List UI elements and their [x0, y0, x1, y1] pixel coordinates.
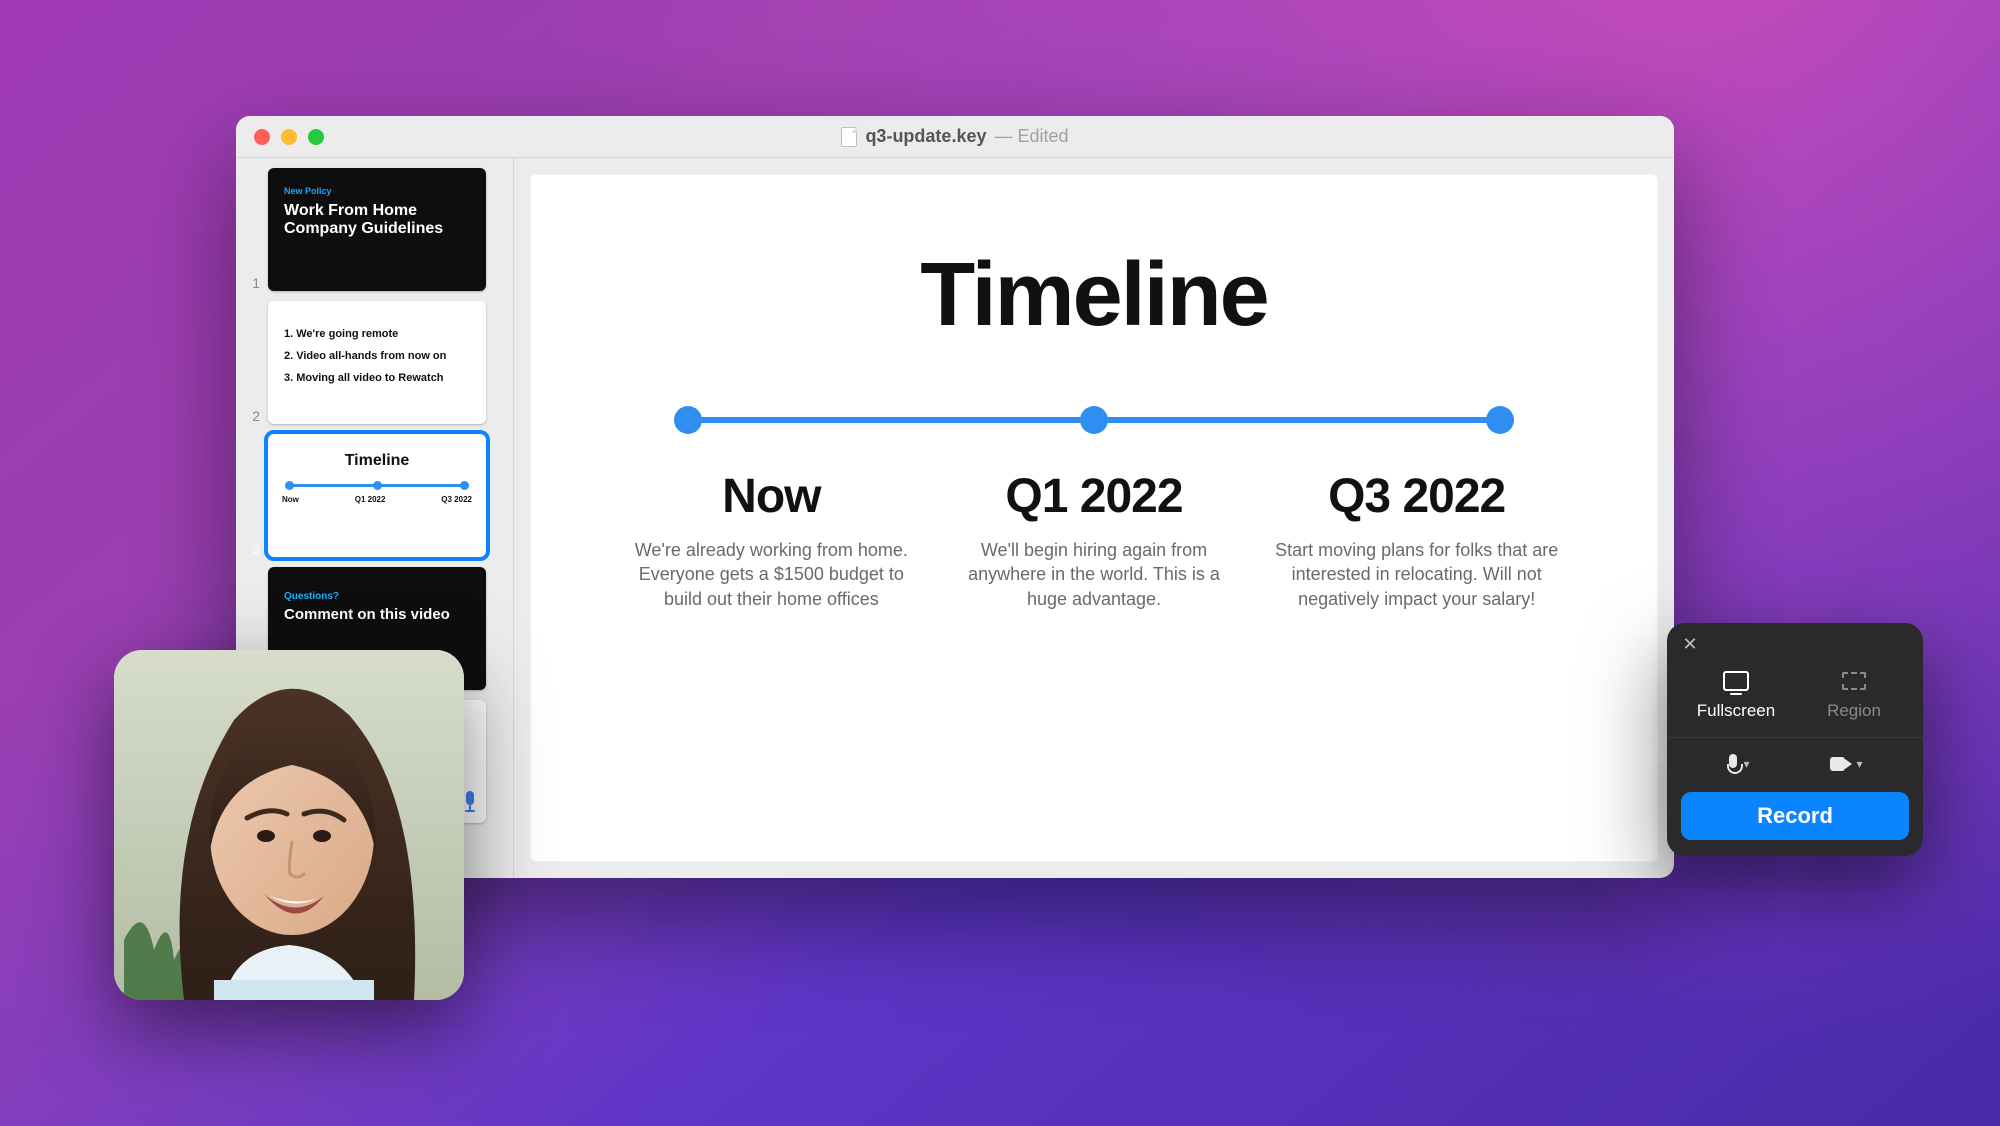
timeline-heading: Now: [626, 469, 917, 524]
mode-label: Fullscreen: [1681, 701, 1791, 721]
device-row: ▾ ▾: [1681, 752, 1909, 778]
camera-icon: [1830, 757, 1852, 771]
timeline-columns: Now We're already working from home. Eve…: [610, 469, 1578, 611]
divider: [1667, 737, 1923, 738]
slide-thumb-2[interactable]: 2 1. We're going remote 2. Video all-han…: [236, 301, 505, 424]
camera-select[interactable]: ▾: [1830, 754, 1862, 774]
microphone-icon: [464, 791, 476, 813]
thumb-tl-label: Now: [282, 495, 299, 504]
screen-icon: [1723, 671, 1749, 691]
slide-thumb-3[interactable]: 3 Timeline Now Q1 2022 Q3 2022: [236, 434, 505, 557]
close-icon[interactable]: ✕: [1679, 633, 1701, 655]
thumb-line: 3. Moving all video to Rewatch: [284, 367, 470, 389]
webcam-preview[interactable]: [114, 650, 464, 1000]
microphone-icon: [1727, 754, 1739, 774]
mode-label: Region: [1799, 701, 1909, 721]
document-filename: q3-update.key: [865, 126, 986, 147]
window-title: q3-update.key — Edited: [236, 126, 1674, 147]
timeline-node: [1486, 406, 1514, 434]
chevron-down-icon: ▾: [1743, 757, 1749, 771]
timeline-body: We'll begin hiring again from anywhere i…: [949, 538, 1240, 611]
slide-title[interactable]: Timeline: [610, 244, 1578, 347]
thumb-heading: Comment on this video: [268, 606, 486, 623]
canvas-area[interactable]: Timeline Now We're already working from …: [514, 158, 1674, 878]
thumb-tl-label: Q3 2022: [441, 495, 472, 504]
thumb-tl-label: Q1 2022: [355, 495, 386, 504]
slide-thumb-1[interactable]: 1 New Policy Work From HomeCompany Guide…: [236, 168, 505, 291]
fullscreen-mode-button[interactable]: Fullscreen: [1681, 661, 1791, 723]
slide-number: 2: [236, 408, 268, 424]
record-button[interactable]: Record: [1681, 792, 1909, 840]
microphone-select[interactable]: ▾: [1727, 754, 1749, 774]
thumb-heading: Work From HomeCompany Guidelines: [284, 202, 470, 239]
timeline-heading: Q3 2022: [1271, 469, 1562, 524]
titlebar: q3-update.key — Edited: [236, 116, 1674, 158]
thumbnail: New Policy Work From HomeCompany Guideli…: [268, 168, 486, 291]
thumb-title: Timeline: [268, 434, 486, 470]
slide-number: 1: [236, 275, 268, 291]
timeline-col-q1[interactable]: Q1 2022 We'll begin hiring again from an…: [933, 469, 1256, 611]
timeline-col-now[interactable]: Now We're already working from home. Eve…: [610, 469, 933, 611]
thumb-line: 1. We're going remote: [284, 323, 470, 345]
region-mode-button[interactable]: Region: [1799, 661, 1909, 723]
timeline-node: [1080, 406, 1108, 434]
document-icon: [841, 127, 857, 147]
person-avatar-icon: [114, 650, 464, 1000]
region-icon: [1842, 672, 1866, 690]
timeline-body: We're already working from home. Everyon…: [626, 538, 917, 611]
timeline-body: Start moving plans for folks that are in…: [1271, 538, 1562, 611]
document-status: — Edited: [994, 126, 1068, 147]
thumb-line: 2. Video all-hands from now on: [284, 345, 470, 367]
slide-canvas[interactable]: Timeline Now We're already working from …: [530, 174, 1658, 862]
slide-number: 3: [236, 541, 268, 557]
chevron-down-icon: ▾: [1856, 757, 1862, 771]
capture-mode-row: Fullscreen Region: [1681, 661, 1909, 723]
timeline-col-q3[interactable]: Q3 2022 Start moving plans for folks tha…: [1255, 469, 1578, 611]
thumbnail: 1. We're going remote 2. Video all-hands…: [268, 301, 486, 424]
thumb-eyebrow: Questions?: [268, 567, 486, 606]
thumb-eyebrow: New Policy: [284, 186, 470, 196]
timeline-heading: Q1 2022: [949, 469, 1240, 524]
thumbnail: Timeline Now Q1 2022 Q3 2022: [268, 434, 486, 557]
timeline-node: [674, 406, 702, 434]
timeline-line: [680, 417, 1508, 423]
screen-recorder-panel[interactable]: ✕ Fullscreen Region ▾ ▾ Record: [1667, 623, 1923, 856]
